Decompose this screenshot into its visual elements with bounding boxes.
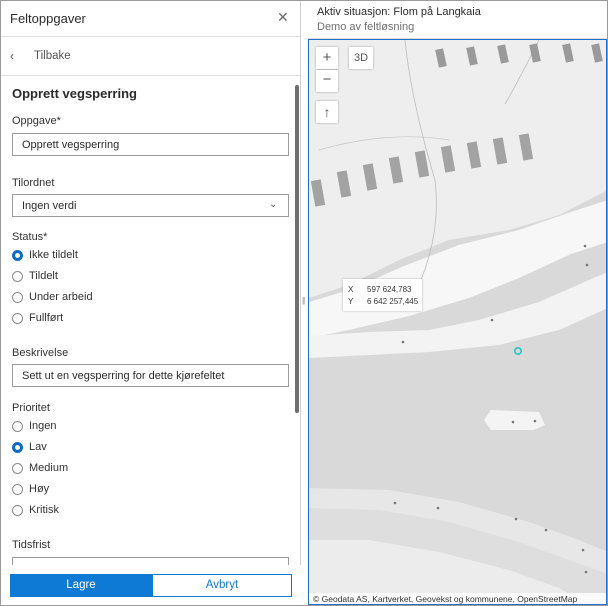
priority-option-label: Lav xyxy=(29,441,47,453)
status-option-label: Ikke tildelt xyxy=(29,249,78,261)
panel-header: Feltoppgaver ✕ xyxy=(1,1,301,37)
priority-option-label: Høy xyxy=(29,483,50,495)
radio-icon xyxy=(12,250,23,261)
field-tasks-panel: Feltoppgaver ✕ ‹ Tilbake Opprett vegsper… xyxy=(1,1,301,605)
coordinate-readout: X 597 624,783 Y 6 642 257,445 xyxy=(343,279,422,311)
task-value: Opprett vegsperring xyxy=(22,139,120,151)
zoom-out-button[interactable]: − xyxy=(316,70,338,92)
panel-scrollbar[interactable] xyxy=(295,85,299,413)
task-input[interactable]: Opprett vegsperring xyxy=(12,133,289,156)
assigned-value: Ingen verdi xyxy=(22,200,77,212)
description-label: Beskrivelse xyxy=(12,347,69,359)
radio-icon xyxy=(12,505,23,516)
basemap-graphic xyxy=(309,40,606,604)
form-footer: Lagre Avbryt xyxy=(1,565,301,605)
status-option-fullfort[interactable]: Fullført xyxy=(12,312,212,326)
status-option-ikke-tildelt[interactable]: Ikke tildelt xyxy=(12,249,212,263)
zoom-in-button[interactable]: + xyxy=(316,47,338,69)
map-view[interactable]: + − 3D ↑ X 597 624,783 Y 6 642 257,445 ©… xyxy=(308,39,607,605)
coord-y-value: 6 642 257,445 xyxy=(367,297,419,306)
radio-icon xyxy=(12,442,23,453)
priority-option-hoy[interactable]: Høy xyxy=(12,483,212,497)
coord-y-label: Y xyxy=(348,297,354,306)
assigned-label: Tilordnet xyxy=(12,177,55,189)
status-label: Status* xyxy=(12,231,48,243)
situation-subtitle: Demo av feltløsning xyxy=(317,21,415,33)
radio-icon xyxy=(12,484,23,495)
chevron-left-icon: ‹ xyxy=(10,49,14,63)
map-attribution: © Geodata AS, Kartverket, Geovekst og ko… xyxy=(309,593,606,604)
coord-x-value: 597 624,783 xyxy=(367,285,412,294)
radio-icon xyxy=(12,313,23,324)
priority-label: Prioritet xyxy=(12,402,50,414)
status-option-label: Fullført xyxy=(29,312,64,324)
close-icon[interactable]: ✕ xyxy=(277,10,289,24)
situation-title: Aktiv situasjon: Flom på Langkaia xyxy=(317,6,481,18)
priority-option-label: Kritisk xyxy=(29,504,59,516)
status-option-under-arbeid[interactable]: Under arbeid xyxy=(12,291,212,305)
priority-option-label: Medium xyxy=(29,462,69,474)
task-label: Oppgave* xyxy=(12,115,61,127)
chevron-down-icon: ⌄ xyxy=(269,199,278,210)
view-3d-button[interactable]: 3D xyxy=(349,47,373,69)
radio-icon xyxy=(12,463,23,474)
description-value: Sett ut en vegsperring for dette kjørefe… xyxy=(22,370,225,382)
panel-title: Feltoppgaver xyxy=(10,11,86,26)
radio-icon xyxy=(12,292,23,303)
back-button[interactable]: ‹ Tilbake xyxy=(1,38,301,76)
priority-option-kritisk[interactable]: Kritisk xyxy=(12,504,212,518)
panel-resize-handle[interactable]: || xyxy=(302,296,305,305)
radio-icon xyxy=(12,271,23,282)
deadline-label: Tidsfrist xyxy=(12,539,51,551)
priority-option-medium[interactable]: Medium xyxy=(12,462,212,476)
cancel-button[interactable]: Avbryt xyxy=(152,574,292,597)
save-button[interactable]: Lagre xyxy=(10,574,152,597)
assigned-select[interactable]: Ingen verdi ⌄ xyxy=(12,194,289,217)
status-option-tildelt[interactable]: Tildelt xyxy=(12,270,212,284)
radio-icon xyxy=(12,421,23,432)
back-label: Tilbake xyxy=(34,50,71,62)
status-option-label: Under arbeid xyxy=(29,291,93,303)
form-title: Opprett vegsperring xyxy=(12,86,137,101)
status-option-label: Tildelt xyxy=(29,270,58,282)
compass-icon[interactable]: ↑ xyxy=(316,101,338,123)
priority-option-ingen[interactable]: Ingen xyxy=(12,420,212,434)
description-input[interactable]: Sett ut en vegsperring for dette kjørefe… xyxy=(12,364,289,387)
priority-option-lav[interactable]: Lav xyxy=(12,441,212,455)
map-header: Aktiv situasjon: Flom på Langkaia Demo a… xyxy=(308,1,607,39)
task-form: Opprett vegsperring Oppgave* Opprett veg… xyxy=(1,77,301,565)
priority-option-label: Ingen xyxy=(29,420,57,432)
coord-x-label: X xyxy=(348,285,354,294)
